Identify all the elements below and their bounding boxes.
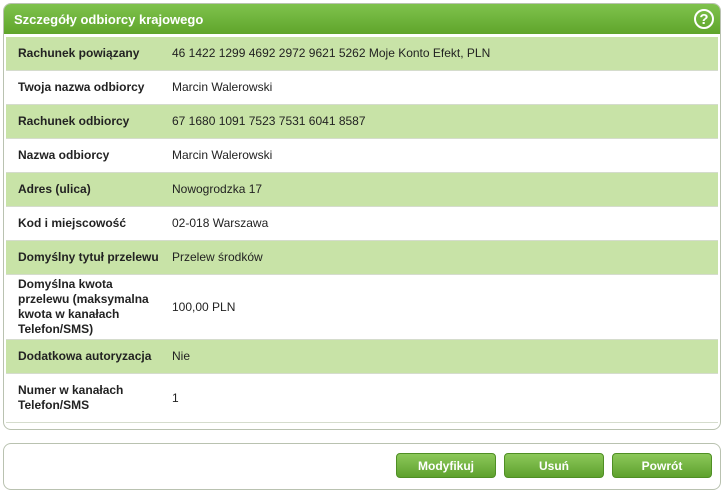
row-linked-account: Rachunek powiązany 46 1422 1299 4692 297… <box>6 37 718 71</box>
recipient-details-panel: Szczegóły odbiorcy krajowego ? Rachunek … <box>3 3 721 430</box>
help-icon[interactable]: ? <box>694 9 714 29</box>
row-value: 46 1422 1299 4692 2972 9621 5262 Moje Ko… <box>172 46 491 60</box>
row-label: Domyślny tytuł przelewu <box>18 250 159 264</box>
row-recipient-account: Rachunek odbiorcy 67 1680 1091 7523 7531… <box>6 105 718 139</box>
row-label: Twoja nazwa odbiorcy <box>18 80 145 94</box>
panel-title: Szczegóły odbiorcy krajowego <box>14 11 204 27</box>
row-value: Przelew środków <box>172 250 263 264</box>
modify-button[interactable]: Modyfikuj <box>396 453 496 478</box>
row-value: 67 1680 1091 7523 7531 6041 8587 <box>172 114 366 128</box>
row-default-amount: Domyślna kwota przelewu (maksymalna kwot… <box>6 275 718 340</box>
row-postal-city: Kod i miejscowość 02-018 Warszawa <box>6 207 718 241</box>
action-bar: Modyfikuj Usuń Powrót <box>3 443 721 490</box>
row-value: Nowogrodzka 17 <box>172 182 263 196</box>
row-recipient-nickname: Twoja nazwa odbiorcy Marcin Walerowski <box>6 71 718 105</box>
delete-button[interactable]: Usuń <box>504 453 604 478</box>
row-label: Rachunek odbiorcy <box>18 114 130 128</box>
row-additional-authorization: Dodatkowa autoryzacja Nie <box>6 340 718 374</box>
row-label: Numer w kanałach Telefon/SMS <box>18 383 124 412</box>
panel-header: Szczegóły odbiorcy krajowego ? <box>4 4 720 34</box>
row-label: Domyślna kwota przelewu (maksymalna kwot… <box>18 277 149 336</box>
back-button[interactable]: Powrót <box>612 453 712 478</box>
details-table: Rachunek powiązany 46 1422 1299 4692 297… <box>4 34 720 423</box>
row-value: Nie <box>172 349 191 363</box>
row-value: 02-018 Warszawa <box>172 216 269 230</box>
row-recipient-name: Nazwa odbiorcy Marcin Walerowski <box>6 139 718 173</box>
row-label: Dodatkowa autoryzacja <box>18 349 152 363</box>
row-default-title: Domyślny tytuł przelewu Przelew środków <box>6 241 718 275</box>
row-label: Adres (ulica) <box>18 182 91 196</box>
row-phone-sms-number: Numer w kanałach Telefon/SMS 1 <box>6 374 718 423</box>
row-value: Marcin Walerowski <box>172 148 273 162</box>
row-value: 1 <box>172 390 179 405</box>
row-value: Marcin Walerowski <box>172 80 273 94</box>
row-street-address: Adres (ulica) Nowogrodzka 17 <box>6 173 718 207</box>
row-label: Kod i miejscowość <box>18 216 127 230</box>
row-label: Rachunek powiązany <box>18 46 140 60</box>
row-label: Nazwa odbiorcy <box>18 148 110 162</box>
row-value: 100,00 PLN <box>172 299 236 314</box>
